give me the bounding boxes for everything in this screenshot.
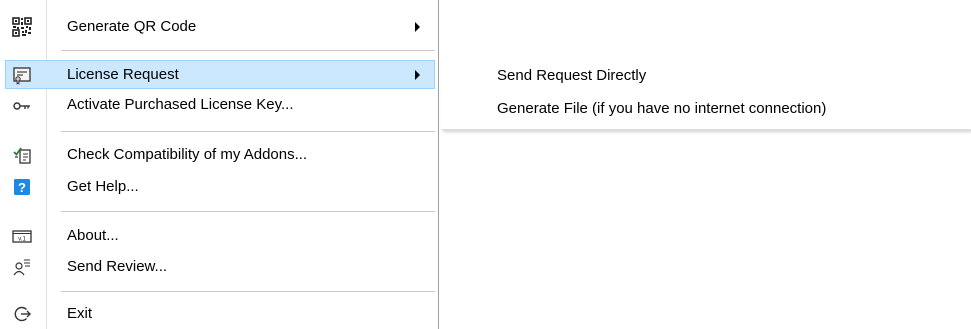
license-certificate-icon (12, 65, 32, 85)
submenu-item-generate-file[interactable]: Generate File (if you have no internet c… (441, 94, 971, 124)
submenu-item-label: Send Request Directly (497, 67, 647, 84)
menu-item-label: Get Help... (67, 178, 139, 195)
compatibility-icon (12, 145, 32, 165)
menu-item-get-help[interactable]: ? Get Help... (5, 172, 435, 201)
menu-separator (61, 291, 435, 292)
menu-item-activate-license-key[interactable]: Activate Purchased License Key... (5, 90, 435, 119)
menu-item-generate-qr-code[interactable]: Generate QR Code (5, 12, 435, 41)
menu-item-label: Generate QR Code (67, 18, 197, 35)
svg-text:v.1: v.1 (18, 237, 26, 243)
menu-item-label: About... (67, 227, 119, 244)
menu-separator (61, 211, 435, 212)
context-menu-screen: Generate QR Code License Request Activat… (0, 0, 971, 329)
menu-item-label: Activate Purchased License Key... (67, 96, 294, 113)
menu-item-label: Exit (67, 305, 93, 322)
menu-separator (61, 131, 435, 132)
menu-item-about[interactable]: v.1 About... (5, 221, 435, 250)
submenu-arrow-icon (415, 22, 420, 32)
help-icon: ? (12, 177, 32, 197)
menu-item-label: License Request (67, 66, 179, 83)
main-context-menu: Generate QR Code License Request Activat… (0, 0, 439, 329)
review-icon (12, 257, 32, 277)
qr-code-icon (12, 17, 32, 37)
svg-text:?: ? (18, 180, 26, 195)
menu-item-label: Send Review... (67, 258, 168, 275)
submenu-arrow-icon (415, 70, 420, 80)
menu-item-license-request[interactable]: License Request (5, 60, 435, 89)
menu-item-send-review[interactable]: Send Review... (5, 252, 435, 281)
menu-item-exit[interactable]: Exit (5, 299, 435, 328)
submenu-item-label: Generate File (if you have no internet c… (497, 100, 827, 117)
menu-separator (61, 50, 435, 51)
menu-item-check-compatibility[interactable]: Check Compatibility of my Addons... (5, 140, 435, 169)
exit-icon (12, 304, 32, 324)
version-icon: v.1 (12, 226, 32, 246)
submenu-item-send-request-directly[interactable]: Send Request Directly (441, 61, 971, 91)
license-request-submenu: Send Request Directly Generate File (if … (441, 58, 971, 130)
key-icon (12, 95, 32, 115)
menu-item-label: Check Compatibility of my Addons... (67, 146, 308, 163)
